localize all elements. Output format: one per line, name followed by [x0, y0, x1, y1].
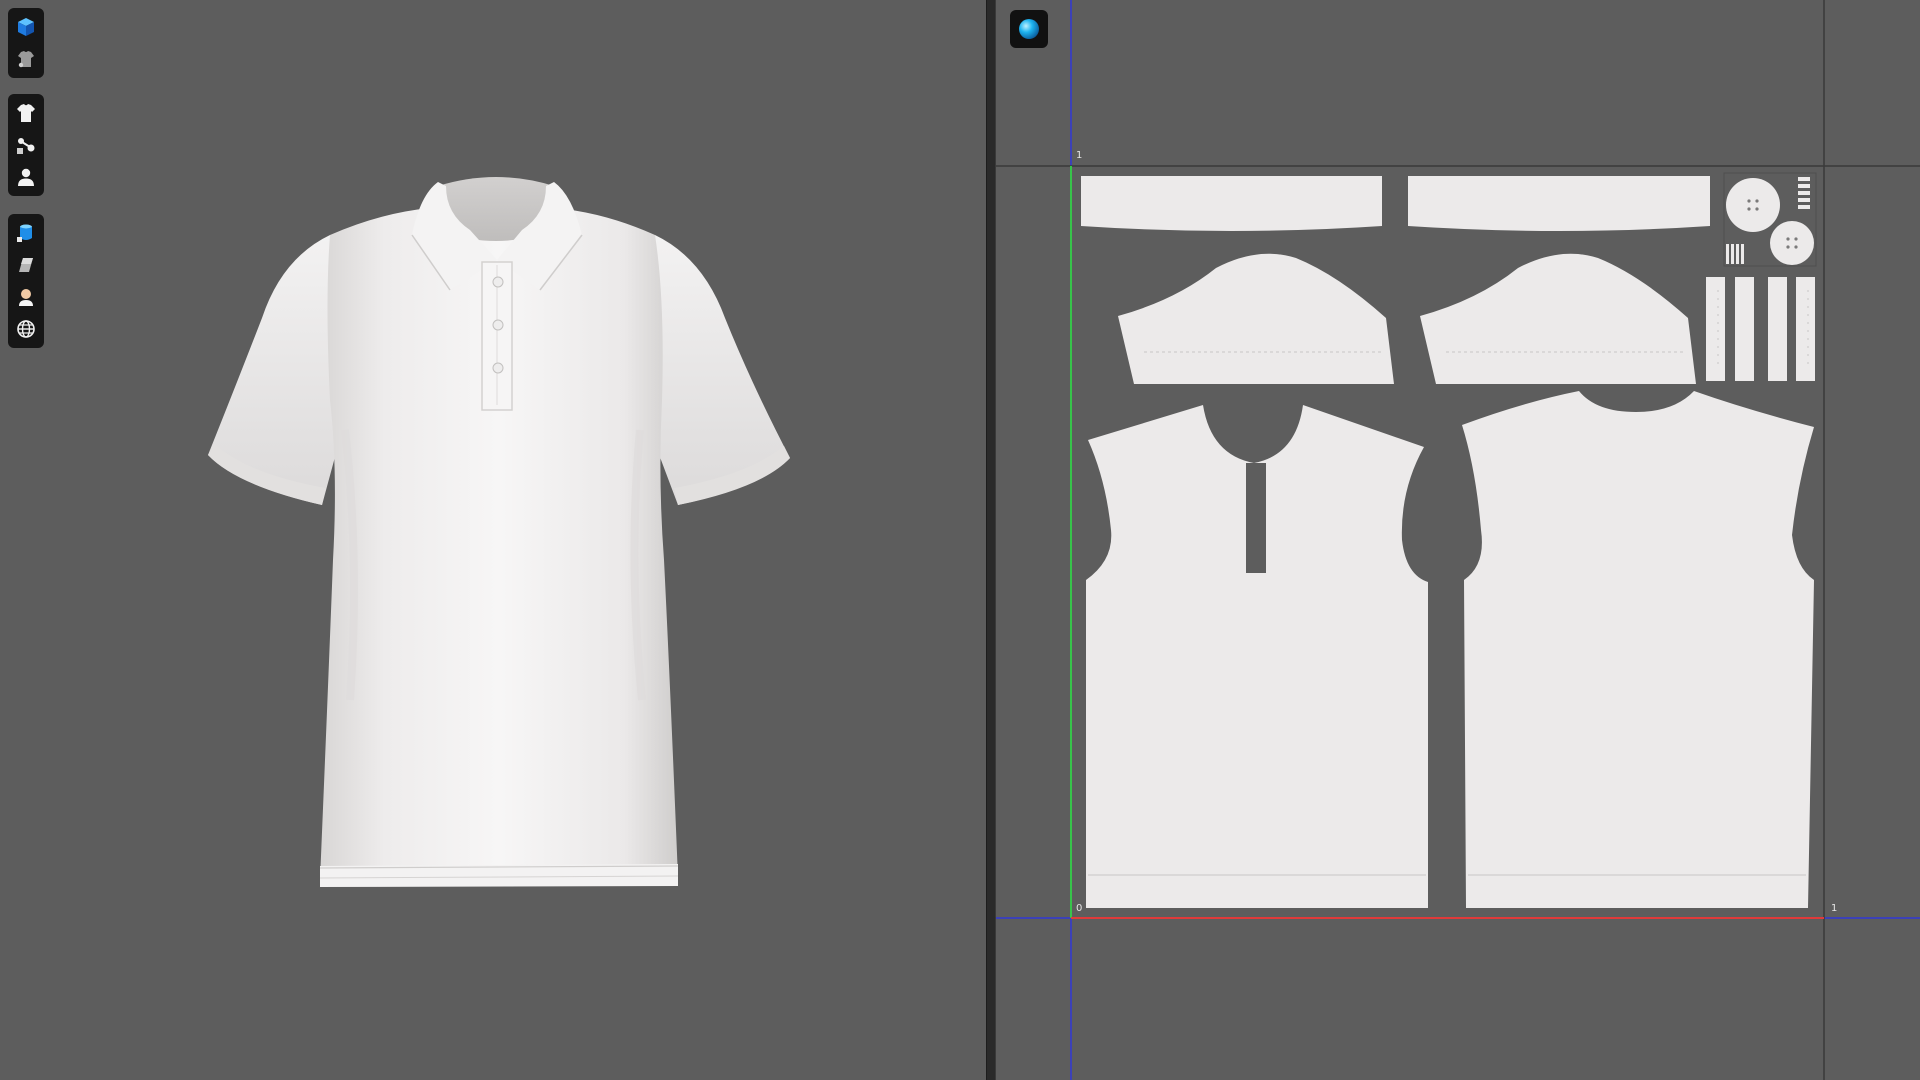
uv-piece-collar-left: [1081, 176, 1382, 231]
uv-piece-button-large: [1726, 178, 1780, 232]
uv-piece-bar-3: [1736, 244, 1739, 264]
viewport-splitter[interactable]: [986, 0, 996, 1080]
uv-label-right: 1: [1831, 903, 1838, 914]
uv-piece-strip-4: [1796, 277, 1815, 381]
viewport-3d[interactable]: [0, 0, 986, 1080]
uv-piece-button-small: [1770, 221, 1814, 265]
uv-piece-sleeve-right: [1420, 253, 1696, 384]
uv-piece-tab-5: [1798, 205, 1810, 209]
uv-piece-strip-1: [1706, 277, 1725, 381]
uv-piece-bar-1: [1726, 244, 1729, 264]
uv-piece-tab-1: [1798, 177, 1810, 181]
uv-piece-tab-3: [1798, 191, 1810, 195]
uv-piece-collar-right: [1408, 176, 1710, 231]
uv-piece-strip-2: [1735, 277, 1754, 381]
render-sphere-icon: [1019, 19, 1039, 39]
uv-label-top-left: 1: [1076, 150, 1083, 161]
uv-piece-bar-4: [1741, 244, 1744, 264]
polo-shirt-3d-model[interactable]: [0, 0, 986, 1080]
uv-piece-tab-2: [1798, 184, 1810, 188]
uv-piece-tab-4: [1798, 198, 1810, 202]
render-mode-button[interactable]: [1010, 10, 1048, 48]
uv-piece-front-body: [1086, 405, 1428, 908]
viewport-2d-uv[interactable]: 1 0 1: [996, 0, 1920, 1080]
uv-piece-bar-2: [1731, 244, 1734, 264]
uv-piece-sleeve-left: [1118, 253, 1394, 384]
uv-piece-strip-3: [1768, 277, 1787, 381]
uv-label-origin: 0: [1076, 903, 1083, 914]
uv-layout-canvas[interactable]: [996, 0, 1920, 1080]
uv-piece-back-body: [1462, 391, 1814, 908]
